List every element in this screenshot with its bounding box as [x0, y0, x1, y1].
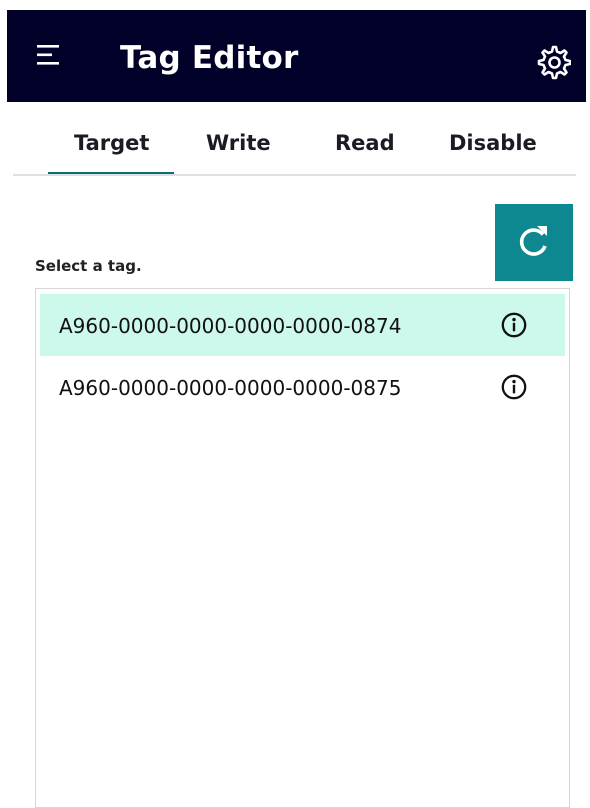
- app-header: Tag Editor: [7, 10, 586, 102]
- tag-list: A960-0000-0000-0000-0000-0874 A960-0000-…: [35, 288, 570, 808]
- refresh-button[interactable]: [495, 204, 573, 281]
- tab-disable[interactable]: Disable: [449, 130, 537, 156]
- app-title: Tag Editor: [120, 40, 299, 76]
- select-tag-label: Select a tag.: [35, 257, 142, 275]
- tag-id: A960-0000-0000-0000-0000-0874: [59, 314, 402, 338]
- tab-write[interactable]: Write: [206, 130, 271, 156]
- tabs-divider: [13, 174, 576, 176]
- list-item[interactable]: A960-0000-0000-0000-0000-0875: [40, 356, 565, 418]
- gear-icon[interactable]: [535, 44, 571, 80]
- hamburger-menu-icon[interactable]: [37, 41, 63, 69]
- info-icon[interactable]: [501, 312, 527, 338]
- info-icon[interactable]: [501, 374, 527, 400]
- list-item[interactable]: A960-0000-0000-0000-0000-0874: [40, 294, 565, 356]
- tag-id: A960-0000-0000-0000-0000-0875: [59, 376, 402, 400]
- refresh-icon: [519, 226, 547, 256]
- tab-target[interactable]: Target: [74, 130, 149, 156]
- tab-bar: Target Write Read Disable: [0, 102, 590, 176]
- tab-read[interactable]: Read: [335, 130, 395, 156]
